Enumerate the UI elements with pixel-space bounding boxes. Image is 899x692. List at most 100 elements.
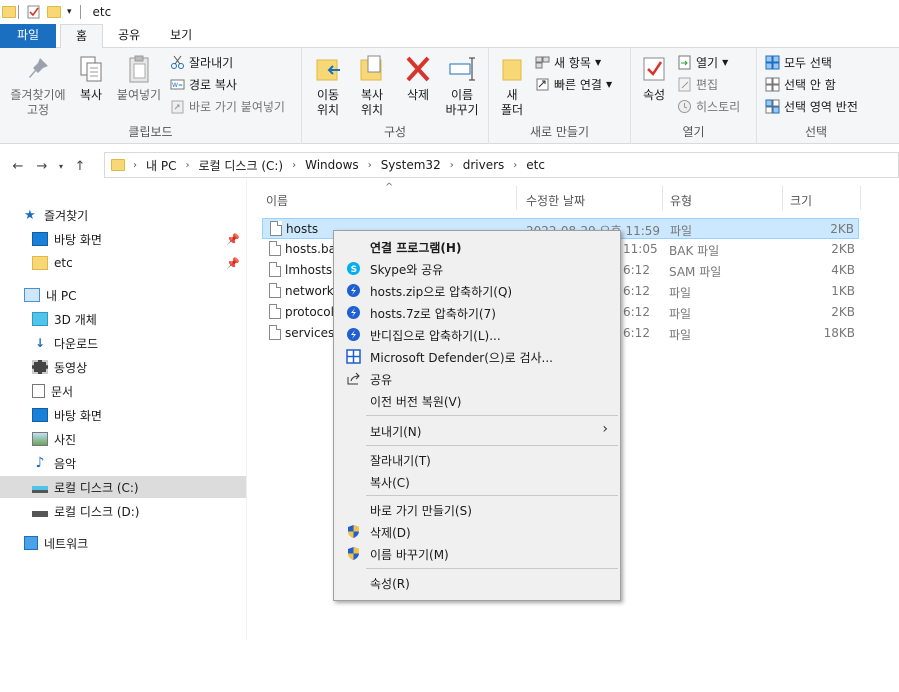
customize-quick-access-icon[interactable]: ▾ xyxy=(67,7,72,17)
paste-label: 붙여넣기 xyxy=(116,88,162,102)
menu-item-send-to[interactable]: 보내기(N) › xyxy=(336,419,618,441)
column-header-modified[interactable]: 수정한 날짜 xyxy=(526,192,585,209)
sidebar-item-desktop-pinned[interactable]: 바탕 화면 📌 xyxy=(0,228,246,250)
tab-share[interactable]: 공유 xyxy=(103,24,155,48)
window-title: etc xyxy=(92,5,112,19)
properties-check-icon[interactable] xyxy=(27,5,41,19)
menu-item-skype-share[interactable]: S Skype와 공유 xyxy=(336,257,618,279)
select-group: 모두 선택 선택 안 함 선택 영역 반전 선택 xyxy=(757,48,875,144)
sidebar-item-local-disk-d[interactable]: 로컬 디스크 (D:) xyxy=(0,500,246,522)
breadcrumb-system32[interactable]: System32 xyxy=(381,158,441,172)
file-type: SAM 파일 xyxy=(669,265,722,279)
divider[interactable] xyxy=(516,186,517,210)
delete-button[interactable]: 삭제 xyxy=(398,54,438,103)
sidebar-item-this-pc[interactable]: 내 PC xyxy=(0,284,246,306)
menu-item-open-with[interactable]: 연결 프로그램(H) xyxy=(336,235,618,257)
copy-button[interactable]: 복사 xyxy=(74,54,108,103)
sidebar-item-pictures[interactable]: 사진 xyxy=(0,428,246,450)
sidebar-item-label: 문서 xyxy=(51,384,74,399)
back-arrow-icon[interactable]: ← xyxy=(6,159,30,174)
menu-item-cut[interactable]: 잘라내기(T) xyxy=(336,448,618,470)
cut-button[interactable]: 잘라내기 xyxy=(170,52,233,72)
breadcrumb-this-pc[interactable]: 내 PC xyxy=(146,157,176,174)
pin-icon[interactable]: 📌 xyxy=(226,257,240,270)
recent-locations-icon[interactable]: ▾ xyxy=(54,162,68,171)
file-modified: 6:12 xyxy=(623,326,650,340)
tab-home[interactable]: 홈 xyxy=(60,24,104,49)
column-header-type[interactable]: 유형 xyxy=(670,192,692,209)
pane-divider[interactable] xyxy=(246,180,247,640)
file-modified: 6:12 xyxy=(623,284,650,298)
chevron-right-icon[interactable]: › xyxy=(368,160,372,171)
menu-item-zip[interactable]: hosts.zip으로 압축하기(Q) xyxy=(336,279,618,301)
menu-item-delete[interactable]: 삭제(D) xyxy=(336,520,618,542)
properties-button[interactable]: 속성 xyxy=(637,54,671,103)
history-button[interactable]: 히스토리 xyxy=(677,96,740,116)
select-none-label: 선택 안 함 xyxy=(784,77,836,92)
menu-item-copy[interactable]: 복사(C) xyxy=(336,470,618,492)
sidebar-item-desktop[interactable]: 바탕 화면 xyxy=(0,404,246,426)
new-folder-button[interactable]: 새 폴더 xyxy=(497,54,527,118)
menu-item-share[interactable]: 공유 xyxy=(336,367,618,389)
divider[interactable] xyxy=(782,186,783,210)
sidebar-item-documents[interactable]: 문서 xyxy=(0,380,246,402)
divider xyxy=(79,5,81,19)
copy-path-button[interactable]: W= 경로 복사 xyxy=(170,74,237,94)
open-button[interactable]: 열기 ▼ xyxy=(677,52,728,72)
menu-item-label: 속성(R) xyxy=(370,577,410,591)
edit-button[interactable]: 편집 xyxy=(677,74,718,94)
new-folder-quick-icon[interactable] xyxy=(47,6,61,18)
chevron-right-icon[interactable]: › xyxy=(185,160,189,171)
menu-item-create-shortcut[interactable]: 바로 가기 만들기(S) xyxy=(336,498,618,520)
sidebar-item-quick-access[interactable]: ★ 즐겨찾기 xyxy=(0,204,246,226)
new-item-button[interactable]: 새 항목 ▼ xyxy=(535,52,601,72)
tab-view[interactable]: 보기 xyxy=(155,24,207,48)
menu-item-defender-scan[interactable]: Microsoft Defender(으)로 검사... xyxy=(336,345,618,367)
breadcrumb-drivers[interactable]: drivers xyxy=(463,158,505,172)
paste-button[interactable]: 붙여넣기 xyxy=(112,54,166,103)
menu-item-rename[interactable]: 이름 바꾸기(M) xyxy=(336,542,618,564)
divider[interactable] xyxy=(860,186,861,210)
address-bar[interactable]: › 내 PC › 로컬 디스크 (C:) › Windows › System3… xyxy=(104,152,899,178)
paste-shortcut-button[interactable]: 바로 가기 붙여넣기 xyxy=(170,96,285,116)
chevron-right-icon[interactable]: › xyxy=(133,160,137,171)
divider[interactable] xyxy=(662,186,663,210)
column-header-size[interactable]: 크기 xyxy=(790,192,812,209)
sidebar-item-etc-pinned[interactable]: etc 📌 xyxy=(0,252,246,274)
cube-3d-icon xyxy=(32,312,48,326)
pin-icon[interactable]: 📌 xyxy=(226,233,240,246)
select-all-button[interactable]: 모두 선택 xyxy=(765,52,832,72)
path-icon: W= xyxy=(170,77,185,92)
sidebar-item-network[interactable]: 네트워크 xyxy=(0,532,246,554)
sidebar-item-local-disk-c[interactable]: 로컬 디스크 (C:) xyxy=(0,476,246,498)
chevron-right-icon[interactable]: › xyxy=(450,160,454,171)
sidebar-item-downloads[interactable]: ↓ 다운로드 xyxy=(0,332,246,354)
picture-icon xyxy=(32,432,48,446)
invert-selection-button[interactable]: 선택 영역 반전 xyxy=(765,96,858,116)
select-none-button[interactable]: 선택 안 함 xyxy=(765,74,836,94)
sidebar-item-label: etc xyxy=(54,256,73,270)
pin-quick-access-button[interactable]: 즐겨찾기에 고정 xyxy=(6,54,70,118)
easy-access-button[interactable]: 빠른 연결 ▼ xyxy=(535,74,612,94)
up-arrow-icon[interactable]: ↑ xyxy=(68,159,92,174)
sidebar-item-label: 바탕 화면 xyxy=(54,408,102,423)
column-header-name[interactable]: 이름 xyxy=(266,192,288,209)
menu-item-properties[interactable]: 속성(R) xyxy=(336,571,618,593)
sidebar-item-music[interactable]: ♪ 음악 xyxy=(0,452,246,474)
organize-group-label: 구성 xyxy=(383,125,407,139)
move-to-button[interactable]: 이동 위치 xyxy=(308,54,348,118)
sidebar-item-3d-objects[interactable]: 3D 개체 xyxy=(0,308,246,330)
rename-button[interactable]: 이름 바꾸기 xyxy=(440,54,484,118)
breadcrumb-local-disk-c[interactable]: 로컬 디스크 (C:) xyxy=(198,157,283,174)
chevron-right-icon[interactable]: › xyxy=(513,160,517,171)
sidebar-item-videos[interactable]: 동영상 xyxy=(0,356,246,378)
tab-file[interactable]: 파일 xyxy=(0,24,56,48)
forward-arrow-icon[interactable]: → xyxy=(30,159,54,174)
copy-to-button[interactable]: 복사 위치 xyxy=(352,54,392,118)
breadcrumb-etc[interactable]: etc xyxy=(526,158,545,172)
breadcrumb-windows[interactable]: Windows xyxy=(305,158,359,172)
menu-item-restore-previous[interactable]: 이전 버전 복원(V) xyxy=(336,389,618,411)
menu-item-7z[interactable]: hosts.7z로 압축하기(7) xyxy=(336,301,618,323)
menu-item-bandizip[interactable]: 반디집으로 압축하기(L)... xyxy=(336,323,618,345)
chevron-right-icon[interactable]: › xyxy=(292,160,296,171)
